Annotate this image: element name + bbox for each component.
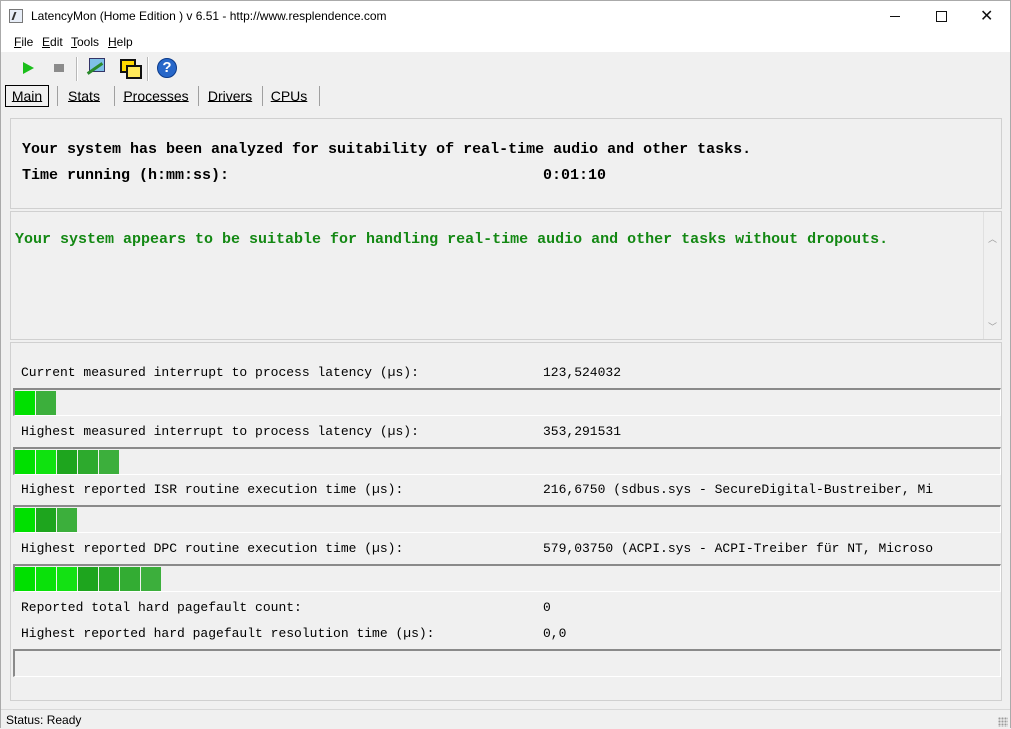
summary-headline: Your system has been analyzed for suitab…	[22, 141, 752, 158]
bar-segment	[15, 450, 35, 474]
play-icon[interactable]	[18, 57, 40, 79]
minimize-button[interactable]	[872, 1, 918, 32]
tab-stats-label: Stats	[68, 88, 100, 104]
menu-bar: File Edit Tools Help	[1, 32, 1010, 52]
latency-bar	[13, 447, 1001, 475]
app-icon	[9, 9, 23, 23]
metric-value: 353,291531	[543, 424, 622, 439]
toolbar-separator	[76, 57, 78, 81]
verdict-scrollbar[interactable]: ︿ ﹀	[983, 212, 1001, 339]
tab-processes[interactable]: Processes	[119, 85, 193, 107]
windows-icon[interactable]	[118, 57, 142, 79]
bar-segment	[78, 567, 98, 591]
drivers-icon[interactable]	[85, 57, 107, 79]
metric-label: Reported total hard pagefault count:	[21, 600, 302, 615]
menu-help-label: elp	[116, 35, 133, 49]
latency-bar-fill	[15, 508, 78, 532]
verdict-panel: Your system appears to be suitable for h…	[10, 211, 1002, 340]
bar-segment	[57, 450, 77, 474]
tab-separator	[319, 86, 320, 106]
menu-edit-label: dit	[50, 35, 63, 49]
maximize-icon	[936, 11, 947, 22]
verdict-message: Your system appears to be suitable for h…	[15, 231, 889, 248]
toolbar: ?	[1, 53, 1010, 83]
bar-segment	[99, 450, 119, 474]
tab-cpus-label: CPUs	[270, 88, 308, 104]
bar-segment	[36, 567, 56, 591]
metric-value: 0	[543, 600, 551, 615]
window-title: LatencyMon (Home Edition ) v 6.51 - http…	[31, 9, 387, 23]
tab-strip: Main Stats Processes Drivers CPUs	[1, 83, 1010, 109]
summary-panel: Your system has been analyzed for suitab…	[10, 118, 1002, 209]
time-running-label: Time running (h:mm:ss):	[22, 167, 230, 184]
metric-value: 216,6750 (sdbus.sys - SecureDigital-Bust…	[543, 482, 934, 497]
metric-label: Highest reported hard pagefault resoluti…	[21, 626, 435, 641]
help-icon-circle: ?	[157, 58, 177, 78]
status-bar: Status: Ready	[1, 709, 1010, 729]
close-icon: ✕	[980, 8, 994, 25]
latency-bar	[13, 505, 1001, 533]
tab-drivers-label: Drivers	[207, 88, 253, 104]
metric-label: Highest reported ISR routine execution t…	[21, 482, 404, 497]
metric-value: 579,03750 (ACPI.sys - ACPI-Treiber für N…	[543, 541, 934, 556]
bar-segment	[99, 567, 119, 591]
tab-separator	[114, 86, 115, 106]
scroll-down-icon[interactable]: ﹀	[988, 320, 997, 333]
menu-edit-mnemonic: E	[42, 35, 51, 49]
close-button[interactable]: ✕	[964, 1, 1010, 32]
tab-separator	[198, 86, 199, 106]
bar-segment	[36, 391, 56, 415]
metric-value: 0,0	[543, 626, 567, 641]
metric-value: 123,524032	[543, 365, 622, 380]
bar-segment	[78, 450, 98, 474]
menu-tools-label: ools	[77, 35, 100, 49]
bar-segment	[36, 508, 56, 532]
bar-segment	[141, 567, 161, 591]
bar-segment	[120, 567, 140, 591]
bar-segment	[57, 508, 77, 532]
metric-label: Highest reported DPC routine execution t…	[21, 541, 404, 556]
stop-icon[interactable]	[49, 57, 71, 79]
metrics-panel: Current measured interrupt to process la…	[10, 342, 1002, 701]
latency-bar-fill	[15, 450, 120, 474]
menu-file-label: ile	[21, 35, 34, 49]
tab-processes-label: Processes	[123, 88, 189, 104]
help-icon[interactable]: ?	[156, 57, 178, 79]
metric-label: Current measured interrupt to process la…	[21, 365, 419, 380]
menu-help-mnemonic: H	[108, 35, 117, 49]
toolbar-separator	[147, 57, 149, 81]
app-window: LatencyMon (Home Edition ) v 6.51 - http…	[0, 0, 1011, 729]
tab-drivers[interactable]: Drivers	[202, 85, 258, 107]
tab-main-label: Main	[11, 88, 43, 104]
bar-segment	[15, 508, 35, 532]
latency-bar	[13, 564, 1001, 592]
tab-cpus[interactable]: CPUs	[266, 85, 312, 107]
menu-file[interactable]: File	[14, 35, 33, 49]
menu-help[interactable]: Help	[108, 35, 133, 49]
tab-main[interactable]: Main	[5, 85, 49, 107]
metric-label: Highest measured interrupt to process la…	[21, 424, 419, 439]
windows-icon-front	[126, 65, 142, 79]
resize-grip-icon[interactable]	[998, 717, 1008, 727]
time-running-value: 0:01:10	[543, 167, 607, 184]
menu-edit[interactable]: Edit	[42, 35, 63, 49]
status-text: Status: Ready	[6, 713, 82, 727]
tab-separator	[262, 86, 263, 106]
latency-bar	[13, 649, 1001, 677]
latency-bar-fill	[15, 391, 57, 415]
bar-segment	[15, 391, 35, 415]
bar-segment	[15, 567, 35, 591]
latency-bar	[13, 388, 1001, 416]
title-bar: LatencyMon (Home Edition ) v 6.51 - http…	[1, 1, 1010, 32]
bar-segment	[57, 567, 77, 591]
bar-segment	[36, 450, 56, 474]
tab-stats[interactable]: Stats	[61, 85, 107, 107]
tab-separator	[57, 86, 58, 106]
minimize-icon	[890, 16, 900, 17]
maximize-button[interactable]	[918, 1, 964, 32]
scroll-up-icon[interactable]: ︿	[988, 232, 997, 245]
latency-bar-fill	[15, 567, 162, 591]
menu-tools[interactable]: Tools	[71, 35, 99, 49]
